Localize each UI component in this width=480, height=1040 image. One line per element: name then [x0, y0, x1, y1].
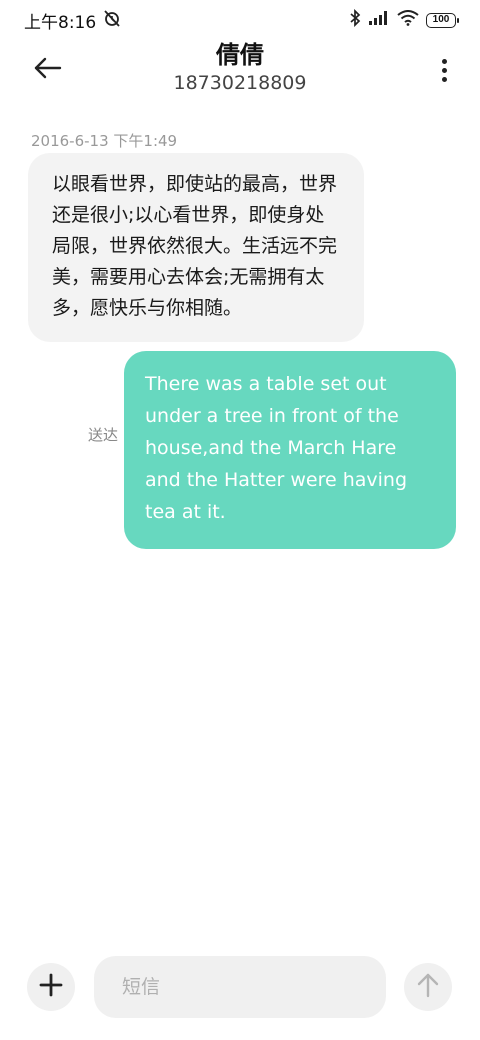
status-left: 上午8:16: [24, 8, 122, 33]
more-options-button[interactable]: [432, 52, 456, 88]
plus-icon: [39, 973, 63, 1001]
composer-bar: [0, 950, 480, 1030]
bluetooth-icon: [349, 8, 361, 32]
wifi-icon: [397, 9, 419, 31]
delivery-status: 送达: [88, 426, 119, 444]
signal-icon: [368, 10, 390, 31]
status-time: 上午8:16: [24, 12, 97, 33]
outgoing-message-bubble[interactable]: There was a table set out under a tree i…: [124, 351, 456, 549]
sms-conversation-screen: 上午8:16 100 倩倩 18730218809 2016-6-13 下午1:…: [0, 0, 480, 1040]
contact-number: 18730218809: [173, 72, 307, 94]
contact-name: 倩倩: [216, 41, 264, 69]
status-bar: 上午8:16 100: [0, 0, 480, 40]
conversation-header: 倩倩 18730218809: [0, 40, 480, 100]
send-arrow-up-icon: [416, 972, 440, 1002]
more-vertical-icon: [441, 58, 447, 64]
message-timestamp: 2016-6-13 下午1:49: [31, 132, 178, 150]
send-button[interactable]: [404, 963, 452, 1011]
status-right: 100: [349, 8, 459, 32]
battery-icon: 100: [426, 12, 459, 28]
incoming-message-bubble[interactable]: 以眼看世界，即使站的最高，世界还是很小;以心看世界，即使身处局限，世界依然很大。…: [28, 153, 364, 342]
contact-title: 倩倩 18730218809: [0, 40, 480, 96]
alarm-off-icon: [102, 9, 122, 32]
message-input[interactable]: [94, 956, 386, 1018]
add-attachment-button[interactable]: [27, 963, 75, 1011]
